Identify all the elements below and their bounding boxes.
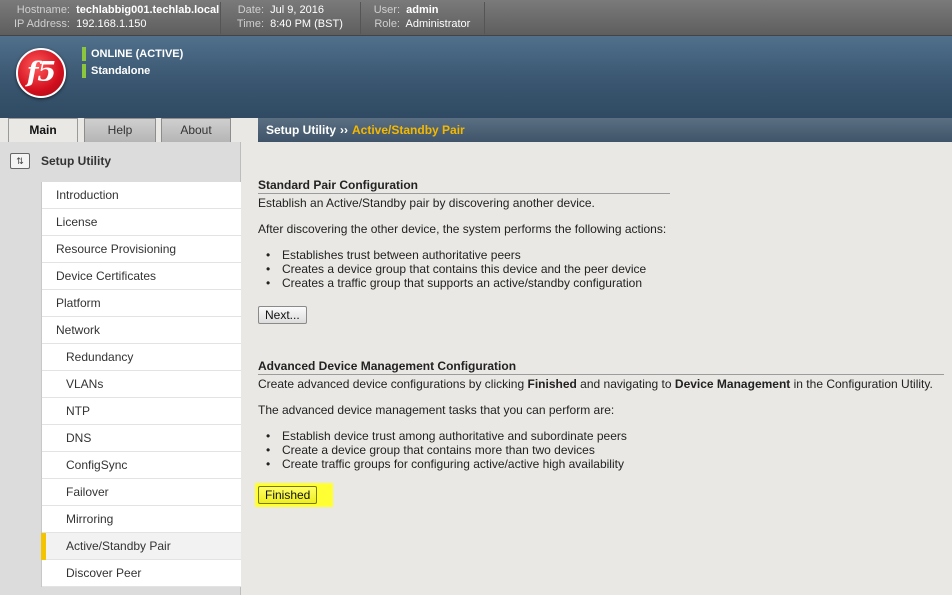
sidebar-item-resource-provisioning[interactable]: Resource Provisioning [42,236,241,263]
sidebar-title[interactable]: Setup Utility [41,154,111,168]
setup-utility-icon: ⇅ [10,153,30,169]
sidebar-item-network[interactable]: Network [42,317,241,344]
sidebar-item-device-certificates[interactable]: Device Certificates [42,263,241,290]
role-label: Role: [374,18,400,30]
advanced-tasks-list: Establish device trust among authoritati… [266,429,627,471]
tab-help[interactable]: Help [84,118,156,142]
list-item: Establish device trust among authoritati… [266,429,627,443]
sidebar-item-platform[interactable]: Platform [42,290,241,317]
status-online: ONLINE (ACTIVE) [82,47,183,61]
host-info: Hostname: techlabbig001.techlab.local IP… [8,3,219,31]
tab-main[interactable]: Main [8,118,78,142]
sidebar-item-introduction[interactable]: Introduction [42,182,241,209]
datetime-info: Date: Jul 9, 2016 Time: 8:40 PM (BST) [234,3,343,31]
sidebar-item-license[interactable]: License [42,209,241,236]
standard-intro: Establish an Active/Standby pair by disc… [258,196,595,210]
system-info-bar: Hostname: techlabbig001.techlab.local IP… [0,0,952,36]
list-item: Establishes trust between authoritative … [266,248,646,262]
role-value: Administrator [405,18,471,30]
time-value: 8:40 PM (BST) [270,18,343,30]
hostname-value: techlabbig001.techlab.local [76,4,220,16]
date-label: Date: [237,4,264,16]
sidebar-item-failover[interactable]: Failover [42,479,241,506]
sidebar-item-redundancy[interactable]: Redundancy [42,344,241,371]
status-mode: Standalone [82,64,150,78]
advanced-intro-device-management: Device Management [674,377,791,391]
advanced-intro-text: Create advanced device configurations by… [258,377,528,391]
divider [484,2,485,34]
user-value: admin [406,4,439,16]
user-label: User: [373,4,400,16]
list-item: Create a device group that contains more… [266,443,627,457]
tab-about[interactable]: About [161,118,231,142]
breadcrumb-separator: ›› [340,123,349,137]
sidebar-item-configsync[interactable]: ConfigSync [42,452,241,479]
standard-actions-list: Establishes trust between authoritative … [266,248,646,290]
header-banner: f5 ONLINE (ACTIVE) Standalone [0,36,952,118]
ip-value: 192.168.1.150 [76,18,147,30]
date-value: Jul 9, 2016 [270,4,324,16]
sidebar-nav: Introduction License Resource Provisioni… [41,182,241,587]
list-item: Creates a device group that contains thi… [266,262,646,276]
list-item: Create traffic groups for configuring ac… [266,457,627,471]
hostname-label: Hostname: [16,4,70,16]
advanced-intro-finished: Finished [527,377,577,391]
sidebar-header[interactable]: ⇅ Setup Utility [0,146,241,176]
sidebar-item-ntp[interactable]: NTP [42,398,241,425]
advanced-tasks-intro: The advanced device management tasks tha… [258,403,615,417]
sidebar-item-active-standby-pair[interactable]: Active/Standby Pair [41,533,241,560]
standard-section-title: Standard Pair Configuration [258,178,670,194]
sidebar: ⇅ Setup Utility Introduction License Res… [0,142,241,595]
sidebar-item-dns[interactable]: DNS [42,425,241,452]
advanced-section-title: Advanced Device Management Configuration [258,359,944,375]
next-button[interactable]: Next... [258,306,307,324]
standard-actions-intro: After discovering the other device, the … [258,222,667,236]
time-label: Time: [236,18,264,30]
f5-logo[interactable]: f5 [16,48,66,98]
main-content: Standard Pair Configuration Establish an… [242,142,952,595]
sidebar-item-mirroring[interactable]: Mirroring [42,506,241,533]
advanced-intro: Create advanced device configurations by… [258,377,933,391]
list-item: Creates a traffic group that supports an… [266,276,646,290]
user-info: User: admin Role: Administrator [370,3,471,31]
sidebar-item-vlans[interactable]: VLANs [42,371,241,398]
divider [360,2,361,34]
breadcrumb-current: Active/Standby Pair [352,123,465,137]
sidebar-item-discover-peer[interactable]: Discover Peer [42,560,241,587]
breadcrumb: Setup Utility ›› Active/Standby Pair [258,118,952,142]
breadcrumb-root[interactable]: Setup Utility [266,123,336,137]
ip-label: IP Address: [13,18,70,30]
divider [220,2,221,34]
advanced-intro-text: in the Configuration Utility. [790,377,933,391]
finished-button[interactable]: Finished [258,486,318,504]
advanced-intro-text: and navigating to [576,377,675,391]
